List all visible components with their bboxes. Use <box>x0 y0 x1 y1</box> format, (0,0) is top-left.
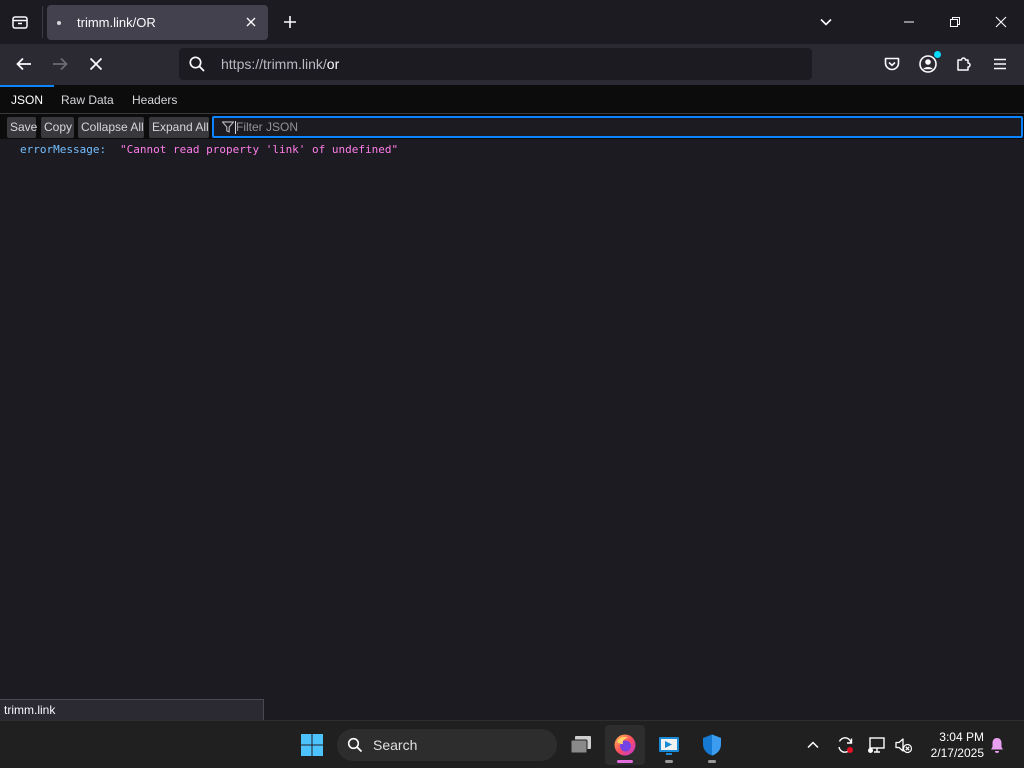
sync-icon <box>838 737 853 753</box>
puzzle-icon <box>957 57 971 71</box>
json-row[interactable]: errorMessage: "Cannot read property 'lin… <box>20 143 398 156</box>
bell-icon <box>991 738 1003 753</box>
extensions-button[interactable] <box>950 50 978 78</box>
app-menu-button[interactable] <box>986 50 1014 78</box>
tab-json[interactable]: JSON <box>0 85 55 113</box>
stop-icon <box>89 57 103 71</box>
url-host: https://trimm.link/ <box>221 56 327 72</box>
forward-button[interactable] <box>45 50 75 78</box>
tab-separator <box>42 6 43 38</box>
firefox-icon <box>614 734 636 756</box>
task-view-icon <box>570 736 591 754</box>
expand-all-button[interactable]: Expand All <box>149 117 209 138</box>
search-icon <box>189 56 205 72</box>
minimize-button[interactable] <box>886 6 932 38</box>
hamburger-menu-icon <box>994 58 1006 70</box>
navigation-toolbar: https://trimm.link/or <box>0 44 1024 85</box>
tab-strip: trimm.link/OR <box>0 0 1024 44</box>
close-icon <box>995 16 1007 28</box>
stop-loading-button[interactable] <box>81 50 111 78</box>
shield-icon <box>703 734 721 756</box>
remote-desktop-button[interactable] <box>649 725 689 765</box>
active-app-indicator <box>617 760 633 763</box>
volume-muted-icon <box>895 738 913 754</box>
close-window-button[interactable] <box>978 6 1024 38</box>
tab-title: trimm.link/OR <box>77 15 156 30</box>
back-button[interactable] <box>9 50 39 78</box>
plus-icon <box>284 16 296 28</box>
json-panel: errorMessage: "Cannot read property 'lin… <box>0 139 1024 699</box>
remote-desktop-icon <box>659 737 679 755</box>
arrow-right-icon <box>53 57 68 71</box>
sync-tray-button[interactable] <box>833 733 857 757</box>
volume-button[interactable] <box>891 733 915 757</box>
clock-time: 3:04 PM <box>939 730 984 744</box>
windows-security-button[interactable] <box>692 725 732 765</box>
minimize-icon <box>904 21 914 23</box>
collapse-all-button[interactable]: Collapse All <box>78 117 144 138</box>
show-hidden-icons-button[interactable] <box>801 733 825 757</box>
json-viewer-tabs: JSON Raw Data Headers <box>0 85 1024 114</box>
filter-json-box[interactable] <box>212 116 1023 138</box>
json-key: errorMessage: <box>20 143 107 156</box>
firefox-taskbar-button[interactable] <box>605 725 645 765</box>
new-tab-button[interactable] <box>278 10 302 34</box>
running-app-indicator <box>665 760 673 763</box>
filter-icon <box>221 121 235 133</box>
address-bar[interactable]: https://trimm.link/or <box>179 48 812 80</box>
task-view-button[interactable] <box>561 725 601 765</box>
search-icon <box>347 737 363 753</box>
json-toolbar: Save Copy Collapse All Expand All <box>0 114 1024 139</box>
pocket-icon <box>884 57 900 71</box>
network-icon <box>868 737 885 753</box>
notifications-button[interactable] <box>985 733 1009 757</box>
tab-close-button[interactable] <box>242 13 260 31</box>
chevron-up-icon <box>807 741 819 749</box>
tab-manager-icon <box>12 16 28 29</box>
status-bubble: trimm.link <box>0 699 264 720</box>
tab-headers[interactable]: Headers <box>121 85 188 113</box>
notification-dot <box>934 51 941 58</box>
tab-manager-button[interactable] <box>6 8 34 36</box>
url-text[interactable]: https://trimm.link/or <box>221 56 339 72</box>
network-button[interactable] <box>865 733 889 757</box>
save-button[interactable]: Save <box>7 117 37 138</box>
filter-json-input[interactable] <box>236 118 1006 136</box>
chevron-down-icon <box>820 18 832 26</box>
tab-active[interactable]: trimm.link/OR <box>47 5 268 40</box>
arrow-left-icon <box>16 57 31 71</box>
list-all-tabs-button[interactable] <box>814 10 838 34</box>
close-icon <box>246 17 256 27</box>
clock-date: 2/17/2025 <box>930 746 984 760</box>
windows-logo-icon <box>301 734 323 756</box>
taskbar-search[interactable]: Search <box>337 729 557 761</box>
taskbar: Search 3:04 PM 2/17/2025 <box>0 720 1024 768</box>
restore-button[interactable] <box>932 6 978 38</box>
tab-loading-icon <box>57 21 61 25</box>
copy-button[interactable]: Copy <box>41 117 74 138</box>
pocket-button[interactable] <box>878 50 906 78</box>
start-button[interactable] <box>292 725 332 765</box>
account-button[interactable] <box>914 50 942 78</box>
search-label: Search <box>373 737 418 753</box>
url-path: or <box>326 56 340 72</box>
restore-icon <box>950 17 960 27</box>
running-app-indicator <box>708 760 716 763</box>
clock[interactable]: 3:04 PM 2/17/2025 <box>918 729 984 761</box>
json-value: "Cannot read property 'link' of undefine… <box>120 143 399 156</box>
tab-raw-data[interactable]: Raw Data <box>50 85 125 113</box>
